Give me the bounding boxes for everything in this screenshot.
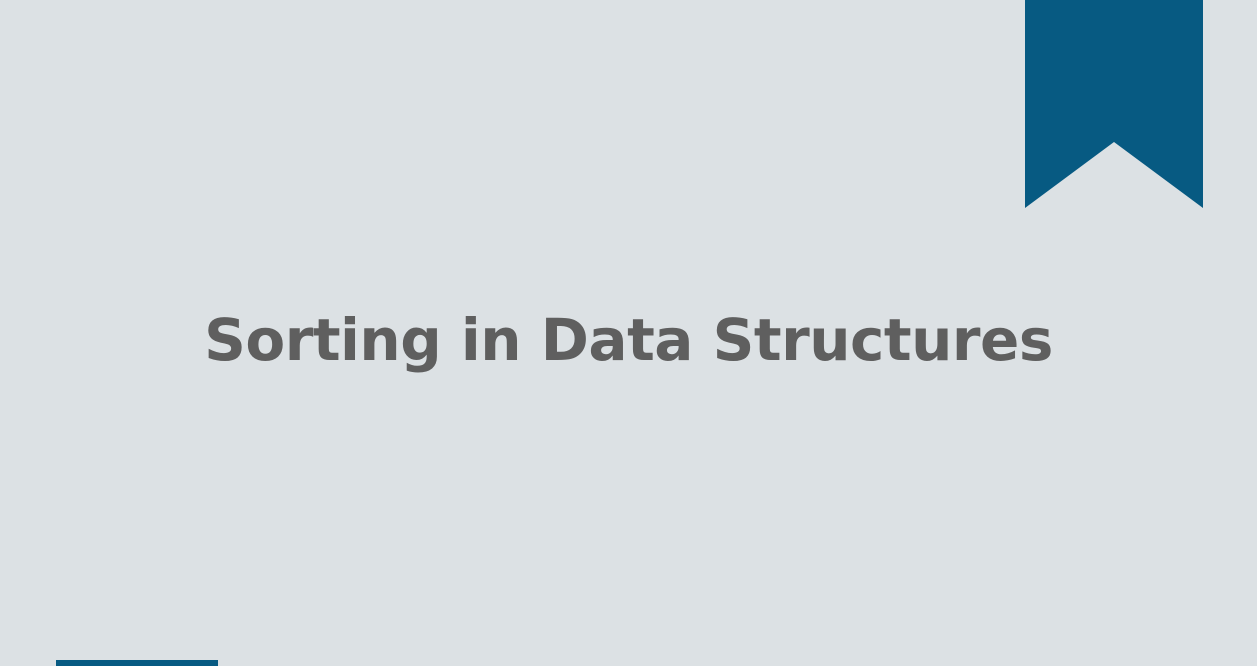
title-slide: Sorting in Data Structures	[0, 0, 1257, 666]
bookmark-ribbon-icon	[1025, 0, 1203, 208]
slide-title: Sorting in Data Structures	[204, 306, 1053, 374]
footer-accent-bar	[56, 660, 218, 666]
bookmark-ribbon-shape	[1025, 0, 1203, 208]
